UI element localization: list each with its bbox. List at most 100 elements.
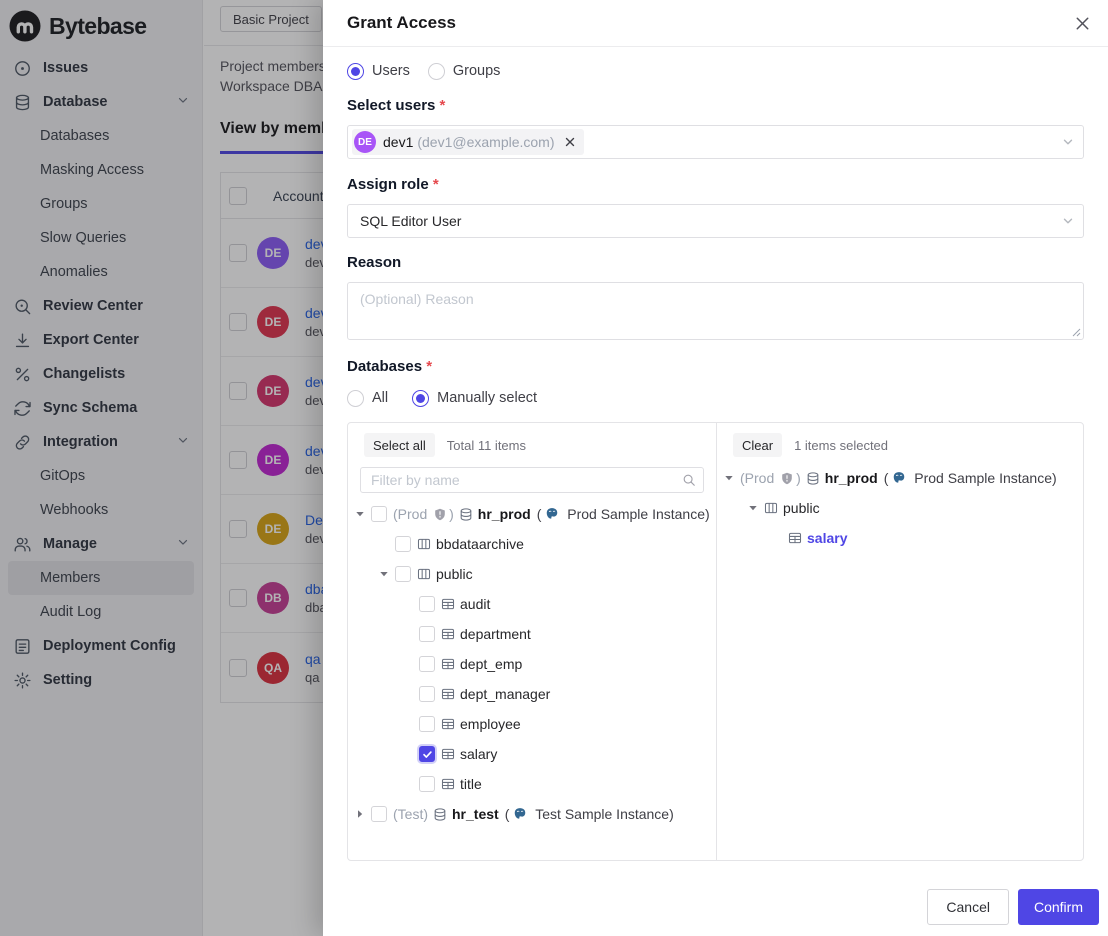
caret-down-icon[interactable] [723, 473, 735, 483]
schema-icon [764, 501, 778, 515]
total-items-label: Total 11 items [447, 438, 526, 453]
table-icon [441, 597, 455, 611]
target-tree: (Prod )hr_prod( Prod Sample Instance) pub… [717, 463, 1083, 860]
node-name: public [783, 500, 820, 516]
table-icon [788, 531, 802, 545]
select-users-label: Select users [347, 97, 1084, 114]
schema-icon [417, 567, 431, 581]
modal-footer: Cancel Confirm [323, 877, 1108, 936]
source-tree-node-department[interactable]: department [348, 619, 716, 649]
tree-checkbox[interactable] [419, 746, 435, 762]
node-name: audit [460, 596, 490, 612]
radio-users-label: Users [372, 63, 410, 79]
database-icon [459, 507, 473, 522]
reason-label: Reason [347, 254, 1084, 271]
confirm-button[interactable]: Confirm [1018, 889, 1099, 925]
caret-down-icon[interactable] [354, 509, 366, 519]
shield-icon [781, 472, 793, 485]
radio-users[interactable] [347, 63, 364, 80]
close-icon[interactable] [1073, 14, 1092, 33]
node-name: salary [807, 530, 847, 546]
radio-all[interactable] [347, 390, 364, 407]
radio-manually-select[interactable] [412, 390, 429, 407]
tree-checkbox[interactable] [419, 626, 435, 642]
caret-down-icon[interactable] [378, 569, 390, 579]
shield-icon [434, 508, 446, 521]
caret-down-icon[interactable] [747, 503, 759, 513]
table-icon [441, 627, 455, 641]
database-icon [433, 807, 447, 822]
tree-checkbox[interactable] [419, 776, 435, 792]
tree-checkbox[interactable] [395, 566, 411, 582]
table-icon [441, 777, 455, 791]
source-tree-node-salary[interactable]: salary [348, 739, 716, 769]
databases-label: Databases [347, 358, 1084, 375]
table-icon [441, 717, 455, 731]
target-tree-node-hr-prod[interactable]: (Prod )hr_prod( Prod Sample Instance) [717, 463, 1083, 493]
transfer-source-panel: Select all Total 11 items (Prod ) hr_prod… [348, 423, 717, 860]
chevron-down-icon [1062, 136, 1074, 148]
node-name: salary [460, 746, 497, 762]
select-all-button[interactable]: Select all [364, 433, 435, 457]
modal-header: Grant Access [323, 0, 1108, 47]
source-tree-node-hr-prod[interactable]: (Prod ) hr_prod ( Prod Sample Instance) [348, 499, 716, 529]
modal-body: Users Groups Select users DE dev1 (dev1@… [323, 47, 1108, 877]
node-name: title [460, 776, 482, 792]
node-name: public [436, 566, 473, 582]
chevron-down-icon [1062, 215, 1074, 227]
node-name: department [460, 626, 531, 642]
select-users-input[interactable]: DE dev1 (dev1@example.com) [347, 125, 1084, 159]
target-tree-node-public[interactable]: public [717, 493, 1083, 523]
source-tree-node-title[interactable]: title [348, 769, 716, 799]
clear-button[interactable]: Clear [733, 433, 782, 457]
tree-checkbox[interactable] [419, 656, 435, 672]
grant-access-modal: Grant Access Users Groups Select users D… [323, 0, 1108, 936]
source-tree-node-audit[interactable]: audit [348, 589, 716, 619]
filter-input[interactable] [360, 467, 704, 493]
user-chip-email: (dev1@example.com) [417, 134, 554, 150]
modal-title: Grant Access [347, 13, 456, 33]
instance-label: ( Prod Sample Instance) [537, 506, 710, 522]
transfer-target-panel: Clear 1 items selected (Prod )hr_prod( P… [717, 423, 1083, 860]
source-tree-node-public[interactable]: public [348, 559, 716, 589]
tree-checkbox[interactable] [419, 716, 435, 732]
source-tree-node-bbdataarchive[interactable]: bbdataarchive [348, 529, 716, 559]
database-icon [806, 471, 820, 486]
radio-manually-select-label: Manually select [437, 390, 537, 406]
tree-checkbox[interactable] [419, 596, 435, 612]
table-icon [441, 747, 455, 761]
node-name: bbdataarchive [436, 536, 524, 552]
tree-checkbox[interactable] [419, 686, 435, 702]
node-name: hr_test [452, 806, 499, 822]
reason-textarea[interactable] [347, 282, 1084, 340]
tree-checkbox[interactable] [371, 806, 387, 822]
tree-checkbox[interactable] [395, 536, 411, 552]
caret-right-icon[interactable] [354, 809, 366, 819]
source-tree-node-dept-manager[interactable]: dept_manager [348, 679, 716, 709]
node-name: dept_emp [460, 656, 522, 672]
user-chip: DE dev1 (dev1@example.com) [352, 129, 584, 155]
node-name: hr_prod [478, 506, 531, 522]
cancel-button[interactable]: Cancel [927, 889, 1009, 925]
tree-checkbox[interactable] [371, 506, 387, 522]
table-icon [441, 687, 455, 701]
node-name: employee [460, 716, 521, 732]
source-tree-node-dept-emp[interactable]: dept_emp [348, 649, 716, 679]
database-transfer-panel: Select all Total 11 items (Prod )hr_prod… [347, 422, 1084, 861]
environment-label: (Test) [393, 806, 428, 822]
check-icon [422, 749, 433, 760]
search-icon [682, 473, 696, 487]
source-tree-node-employee[interactable]: employee [348, 709, 716, 739]
target-tree-node-salary[interactable]: salary [717, 523, 1083, 553]
remove-user-icon[interactable] [564, 136, 576, 148]
selected-count-label: 1 items selected [794, 438, 888, 453]
environment-label: (Prod ) [393, 506, 454, 522]
node-name: dept_manager [460, 686, 550, 702]
source-tree-node-hr-test[interactable]: (Test)hr_test( Test Sample Instance) [348, 799, 716, 829]
radio-groups[interactable] [428, 63, 445, 80]
assign-role-select[interactable]: SQL Editor User [347, 204, 1084, 238]
radio-groups-label: Groups [453, 63, 501, 79]
postgres-icon [545, 507, 559, 521]
radio-all-label: All [372, 390, 388, 406]
environment-label: (Prod ) [740, 470, 801, 486]
